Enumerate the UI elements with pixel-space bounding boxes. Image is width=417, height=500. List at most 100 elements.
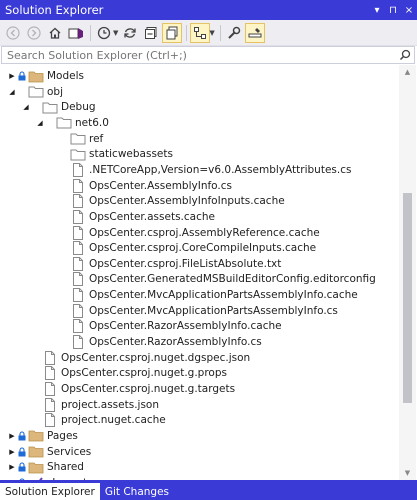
tree-item[interactable]: OpsCenter.csproj.nuget.g.props <box>21 365 227 381</box>
tree-item[interactable]: OpsCenter.AssemblyInfoInputs.cache <box>49 193 285 209</box>
tree-item-label: net6.0 <box>75 116 109 129</box>
expand-arrow-icon[interactable]: ▶ <box>7 459 17 475</box>
scroll-up-icon[interactable]: ▲ <box>399 65 416 79</box>
tree-item[interactable]: OpsCenter.csproj.nuget.dgspec.json <box>21 350 250 366</box>
tree-item[interactable]: project.nuget.cache <box>21 412 166 428</box>
folder-outline-icon <box>55 115 73 131</box>
close-icon[interactable]: × <box>401 0 417 20</box>
tree-item[interactable]: ◢ obj <box>7 84 63 100</box>
tree-item-label: OpsCenter.GeneratedMSBuildEditorConfig.e… <box>89 273 376 286</box>
switch-views-icon[interactable] <box>66 23 86 43</box>
show-all-files-icon[interactable] <box>162 22 183 43</box>
tree-item-label: OpsCenter.csproj.AssemblyReference.cache <box>89 226 320 239</box>
folder-outline-icon <box>41 99 59 115</box>
scrollbar-thumb[interactable] <box>403 193 412 403</box>
file-icon <box>69 193 87 209</box>
tree-item[interactable]: OpsCenter.GeneratedMSBuildEditorConfig.e… <box>49 271 376 287</box>
tree-item[interactable]: OpsCenter.assets.cache <box>49 209 215 225</box>
tree-item-label: OpsCenter.RazorAssemblyInfo.cache <box>89 320 282 333</box>
tree-item-label: OpsCenter.RazorAssemblyInfo.cs <box>89 336 262 349</box>
collapse-arrow-icon[interactable]: ◢ <box>21 99 31 115</box>
scroll-down-icon[interactable]: ▼ <box>399 466 416 480</box>
vertical-scrollbar[interactable]: ▲ ▼ <box>399 65 416 480</box>
file-icon <box>41 412 59 428</box>
toolbar-separator <box>90 24 91 41</box>
folder-outline-icon <box>69 146 87 162</box>
expand-arrow-icon[interactable]: ▶ <box>7 428 17 444</box>
tree-item-label: Services <box>47 445 92 458</box>
collapse-all-icon[interactable] <box>141 23 161 43</box>
sync-with-active-document-icon[interactable] <box>190 22 211 43</box>
tree-item[interactable]: OpsCenter.RazorAssemblyInfo.cs <box>49 334 262 350</box>
tree-item-label: Debug <box>61 101 96 114</box>
expand-arrow-icon[interactable]: ▶ <box>7 68 17 84</box>
search-icon[interactable] <box>396 49 414 61</box>
tree-item[interactable]: OpsCenter.RazorAssemblyInfo.cache <box>49 318 282 334</box>
file-icon <box>69 271 87 287</box>
tree-item[interactable]: staticwebassets <box>49 146 173 162</box>
sync-icon[interactable] <box>120 23 140 43</box>
tree-item-label: .NETCoreApp,Version=v6.0.AssemblyAttribu… <box>89 163 352 176</box>
chevron-down-icon[interactable]: ▼ <box>113 29 118 37</box>
tree-item[interactable]: ref <box>49 131 103 147</box>
file-icon <box>69 225 87 241</box>
tree-item-label: staticwebassets <box>89 148 173 161</box>
tree-item[interactable]: OpsCenter.MvcApplicationPartsAssemblyInf… <box>49 303 338 319</box>
lock-icon <box>17 71 27 81</box>
tab-git-changes[interactable]: Git Changes <box>100 483 174 500</box>
collapse-arrow-icon[interactable]: ◢ <box>7 84 17 100</box>
tree-item-label: Shared <box>47 461 84 474</box>
window-position-dropdown[interactable]: ▾ <box>369 0 385 20</box>
tree-item[interactable]: ◢ net6.0 <box>35 115 109 131</box>
tree-item[interactable]: OpsCenter.csproj.FileListAbsolute.txt <box>49 256 281 272</box>
forward-icon[interactable] <box>24 23 44 43</box>
tree-item[interactable]: ▶ Services <box>7 444 91 460</box>
tree-item[interactable]: project.assets.json <box>21 397 159 413</box>
preview-selected-items-icon[interactable] <box>244 22 265 43</box>
lock-icon <box>17 447 27 457</box>
tree-item-label: OpsCenter.csproj.nuget.g.targets <box>61 383 236 395</box>
tree-item-label: Pages <box>47 429 78 442</box>
file-icon <box>69 287 87 303</box>
expand-arrow-icon[interactable]: ▶ <box>7 444 17 460</box>
tree-item[interactable]: ◢ Debug <box>21 99 96 115</box>
pending-changes-filter-icon[interactable] <box>94 23 114 43</box>
file-icon <box>69 240 87 256</box>
title-bar: Solution Explorer ▾ ⊓ × <box>0 0 417 20</box>
tree-item[interactable]: ▶ Models <box>7 68 84 84</box>
properties-wrench-icon[interactable] <box>224 23 244 43</box>
toolbar-separator <box>219 24 221 41</box>
tree-item[interactable]: .NETCoreApp,Version=v6.0.AssemblyAttribu… <box>49 162 351 178</box>
search-input[interactable] <box>2 47 396 63</box>
back-icon[interactable] <box>3 23 23 43</box>
pin-icon[interactable]: ⊓ <box>385 0 401 20</box>
lock-icon <box>17 462 27 472</box>
collapse-arrow-icon[interactable]: ◢ <box>35 115 45 131</box>
file-icon <box>41 397 59 413</box>
tree-item-label: project.nuget.cache <box>61 414 166 427</box>
file-icon <box>69 256 87 272</box>
tree-item-label: OpsCenter.csproj.CoreCompileInputs.cache <box>89 242 317 255</box>
chevron-down-icon[interactable]: ▼ <box>209 29 214 37</box>
tree-item[interactable]: ▶ Pages <box>7 428 78 444</box>
tab-solution-explorer[interactable]: Solution Explorer <box>0 483 100 500</box>
tree-item[interactable]: OpsCenter.AssemblyInfo.cs <box>49 178 232 194</box>
tree-item[interactable]: OpsCenter.csproj.CoreCompileInputs.cache <box>49 240 316 256</box>
tree-item-label: OpsCenter.AssemblyInfo.cs <box>89 179 232 192</box>
tree-item[interactable]: OpsCenter.csproj.nuget.g.targets <box>21 381 235 397</box>
file-icon <box>69 209 87 225</box>
home-icon[interactable] <box>45 23 65 43</box>
tree-item[interactable]: OpsCenter.MvcApplicationPartsAssemblyInf… <box>49 287 358 303</box>
tree-item[interactable]: ▶ Shared <box>7 459 84 475</box>
tree-item[interactable]: OpsCenter.csproj.AssemblyReference.cache <box>49 225 320 241</box>
